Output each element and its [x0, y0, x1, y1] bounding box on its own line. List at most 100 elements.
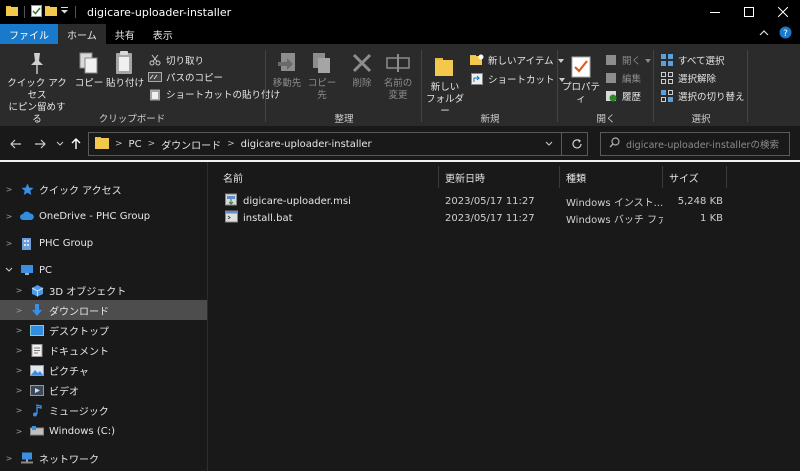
qa-separator: [24, 6, 25, 18]
ribbon-collapse-chevron-icon[interactable]: [759, 29, 769, 40]
select-all-button[interactable]: すべて選択: [660, 52, 724, 68]
cube-icon: [30, 283, 44, 297]
expand-chevron-icon[interactable]: >: [4, 239, 14, 248]
nav-item-quick-access[interactable]: > クイック アクセス: [0, 179, 207, 199]
select-none-button[interactable]: 選択解除: [660, 70, 716, 86]
window-title: digicare-uploader-installer: [87, 5, 232, 19]
copy-path-button[interactable]: パスのコピー: [148, 69, 223, 85]
recent-locations-chevron-icon[interactable]: [52, 136, 68, 152]
nav-item-onedrive[interactable]: > OneDrive - PHC Group: [0, 206, 207, 226]
column-header-size[interactable]: サイズ: [663, 166, 727, 188]
nav-item-desktop[interactable]: > デスクトップ: [0, 320, 207, 340]
collapse-chevron-icon[interactable]: [4, 266, 14, 275]
nav-item-music[interactable]: > ミュージック: [0, 400, 207, 420]
expand-chevron-icon[interactable]: >: [4, 212, 14, 221]
expand-chevron-icon[interactable]: >: [14, 386, 24, 395]
expand-chevron-icon[interactable]: >: [14, 427, 24, 436]
address-history-dropdown[interactable]: [536, 132, 562, 156]
expand-chevron-icon[interactable]: >: [14, 326, 24, 335]
back-button[interactable]: [8, 136, 24, 152]
column-header-type[interactable]: 種類: [560, 166, 663, 188]
tabs-right: ?: [759, 24, 792, 44]
invert-selection-button[interactable]: 選択の切り替え: [660, 88, 745, 104]
search-box[interactable]: digicare-uploader-installerの検索: [600, 132, 790, 156]
expand-chevron-icon[interactable]: >: [4, 454, 14, 463]
file-name: install.bat: [243, 212, 293, 224]
clipboard-group-label: クリップボード: [98, 114, 166, 125]
drive-icon: [30, 424, 44, 438]
msi-installer-icon: [225, 193, 238, 209]
expand-chevron-icon[interactable]: >: [14, 366, 24, 375]
properties-button[interactable]: プロパティ: [560, 54, 602, 106]
nav-item-downloads[interactable]: > ダウンロード: [0, 300, 207, 320]
minimize-button[interactable]: [698, 0, 732, 24]
file-modified: 2023/05/17 11:27: [445, 195, 535, 207]
maximize-button[interactable]: [732, 0, 766, 24]
column-header-modified[interactable]: 更新日時: [439, 166, 560, 188]
window-controls: [698, 0, 800, 24]
expand-chevron-icon[interactable]: >: [14, 306, 24, 315]
computer-icon: [20, 263, 34, 277]
file-size: 1 KB: [700, 212, 723, 224]
ribbon-separator: [653, 50, 654, 122]
rename-button[interactable]: 名前の 変更: [380, 50, 416, 102]
edit-button[interactable]: 編集: [604, 70, 641, 86]
nav-item-videos[interactable]: > ビデオ: [0, 380, 207, 400]
address-bar[interactable]: > PC > ダウンロード > digicare-uploader-instal…: [88, 132, 588, 156]
paste-button[interactable]: 貼り付け: [106, 50, 144, 90]
ribbon: クイック アクセス にピン留めする コピー 貼り付け 切り取り パスのコピー シ…: [0, 44, 800, 127]
file-row[interactable]: digicare-uploader.msi 2023/05/17 11:27 W…: [209, 192, 800, 210]
customize-qa-chevron-icon[interactable]: [60, 6, 69, 18]
open-button[interactable]: 開く: [604, 52, 652, 68]
nav-item-3d-objects[interactable]: > 3D オブジェクト: [0, 280, 207, 300]
breadcrumb-pc[interactable]: PC: [129, 139, 142, 150]
move-to-button[interactable]: 移動先: [270, 50, 304, 90]
shortcut-button[interactable]: ショートカット: [470, 71, 565, 87]
expand-chevron-icon[interactable]: >: [14, 346, 24, 355]
organize-group-label: 整理: [334, 114, 354, 125]
breadcrumb-downloads[interactable]: ダウンロード: [161, 137, 221, 152]
network-icon: [20, 451, 34, 465]
paste-shortcut-button[interactable]: ショートカットの貼り付け: [148, 86, 280, 102]
copy-to-button[interactable]: コピー先: [304, 50, 340, 102]
close-button[interactable]: [766, 0, 800, 24]
pin-icon: [24, 50, 50, 76]
history-button[interactable]: 履歴: [604, 88, 641, 104]
tab-home[interactable]: ホーム: [58, 24, 106, 44]
star-icon: [20, 182, 34, 196]
cut-button[interactable]: 切り取り: [148, 52, 204, 68]
properties-icon[interactable]: [31, 4, 42, 20]
nav-item-pc[interactable]: PC: [0, 260, 207, 280]
nav-item-network[interactable]: > ネットワーク: [0, 448, 207, 468]
video-icon: [30, 383, 44, 397]
nav-item-phc-group[interactable]: > PHC Group: [0, 233, 207, 253]
tab-view[interactable]: 表示: [144, 24, 182, 44]
expand-chevron-icon[interactable]: >: [4, 185, 14, 194]
nav-item-documents[interactable]: > ドキュメント: [0, 340, 207, 360]
up-button[interactable]: [68, 136, 84, 152]
new-folder-icon[interactable]: [45, 5, 57, 19]
expand-chevron-icon[interactable]: >: [14, 406, 24, 415]
forward-button[interactable]: [32, 136, 48, 152]
help-icon[interactable]: ?: [779, 26, 792, 42]
search-icon: [609, 137, 620, 151]
music-note-icon: [30, 403, 44, 417]
file-row[interactable]: install.bat 2023/05/17 11:27 Windows バッチ…: [209, 209, 800, 227]
ribbon-separator: [421, 50, 422, 122]
refresh-button[interactable]: [566, 132, 588, 156]
breadcrumb-current-folder[interactable]: digicare-uploader-installer: [241, 139, 372, 150]
delete-button[interactable]: 削除: [346, 50, 378, 90]
new-item-button[interactable]: 新しいアイテム: [470, 52, 564, 68]
new-folder-button[interactable]: 新しい フォルダー: [424, 54, 466, 118]
tab-share[interactable]: 共有: [106, 24, 144, 44]
folder-icon[interactable]: [6, 5, 18, 19]
nav-item-windows-c[interactable]: > Windows (C:): [0, 421, 207, 441]
desktop-icon: [30, 323, 44, 337]
expand-chevron-icon[interactable]: >: [14, 286, 24, 295]
tab-file[interactable]: ファイル: [0, 24, 58, 44]
nav-item-pictures[interactable]: > ピクチャ: [0, 360, 207, 380]
column-header-name[interactable]: 名前: [217, 166, 439, 188]
breadcrumb-chevron-icon: >: [147, 139, 156, 149]
open-group: プロパティ 開く 編集 履歴 開く: [560, 48, 652, 126]
copy-button[interactable]: コピー: [74, 50, 104, 90]
